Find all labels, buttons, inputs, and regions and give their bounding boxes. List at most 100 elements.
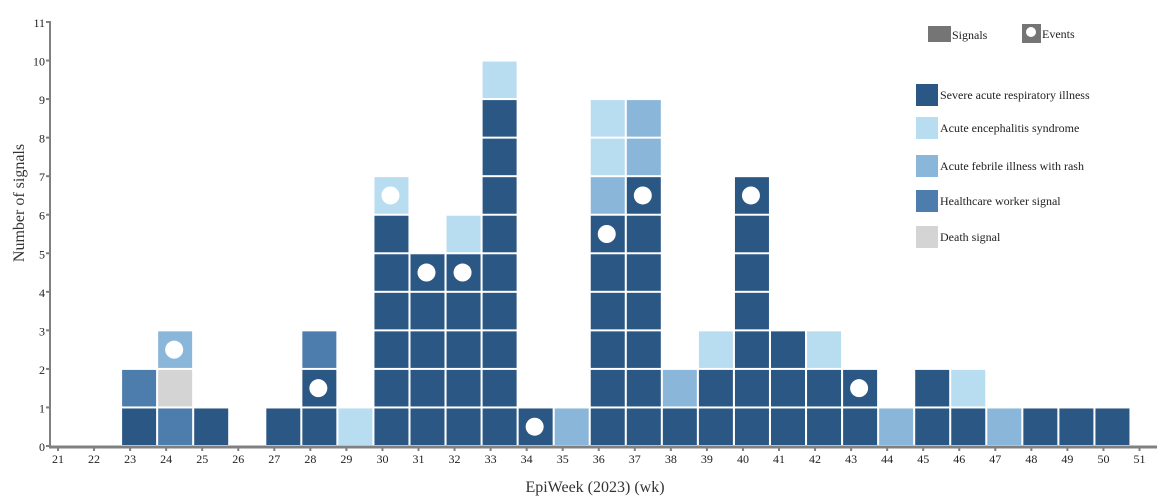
legend-item-events[interactable]: Events — [1022, 24, 1075, 43]
legend-item-hcw[interactable]: Healthcare worker signal — [916, 190, 1061, 212]
bar-segment-sari-wk32[interactable] — [446, 331, 481, 368]
bar-segment-sari-wk42[interactable] — [807, 408, 842, 445]
bar-segment-sari-wk46[interactable] — [951, 408, 986, 445]
bar-segment-sari-wk31[interactable] — [410, 408, 445, 445]
event-marker-wk37[interactable] — [633, 186, 652, 205]
legend-item-afir[interactable]: Acute febrile illness with rash — [916, 155, 1084, 177]
bar-segment-afir-wk44[interactable] — [879, 408, 914, 445]
bar-segment-sari-wk38[interactable] — [662, 408, 697, 445]
bar-segment-sari-wk40[interactable] — [734, 369, 769, 407]
bar-segment-sari-wk40[interactable] — [734, 292, 769, 330]
bar-segment-sari-wk33[interactable] — [482, 254, 517, 291]
event-marker-wk32[interactable] — [453, 263, 472, 282]
bar-segment-hcw-wk24[interactable] — [158, 408, 193, 445]
bar-segment-sari-wk41[interactable] — [771, 331, 805, 368]
bar-segment-hcw-wk23[interactable] — [122, 369, 157, 407]
bar-segment-sari-wk43[interactable] — [843, 408, 878, 445]
bar-segment-sari-wk40[interactable] — [734, 215, 769, 253]
bar-segment-afir-wk47[interactable] — [987, 408, 1022, 445]
bar-segment-aes-wk42[interactable] — [807, 331, 842, 368]
event-marker-wk43[interactable] — [850, 379, 869, 398]
bar-segment-sari-wk33[interactable] — [482, 331, 517, 368]
bar-segment-aes-wk29[interactable] — [338, 408, 373, 445]
bar-segment-afir-wk35[interactable] — [554, 408, 589, 445]
bar-segment-sari-wk40[interactable] — [734, 254, 769, 291]
x-tick-label: 24 — [160, 452, 172, 466]
bar-segment-sari-wk33[interactable] — [482, 369, 517, 407]
bar-segment-hcw-wk28[interactable] — [302, 331, 337, 368]
bar-segment-sari-wk41[interactable] — [771, 408, 805, 445]
bar-segment-sari-wk30[interactable] — [374, 254, 409, 291]
bar-segment-sari-wk30[interactable] — [374, 292, 409, 330]
bar-segment-sari-wk33[interactable] — [482, 215, 517, 253]
bar-segment-sari-wk31[interactable] — [410, 331, 445, 368]
bar-segment-aes-wk36[interactable] — [590, 100, 625, 137]
bar-segment-sari-wk33[interactable] — [482, 100, 517, 137]
bar-segment-sari-wk28[interactable] — [302, 408, 337, 445]
bar-segment-sari-wk31[interactable] — [410, 292, 445, 330]
bar-segment-sari-wk32[interactable] — [446, 408, 481, 445]
legend-item-signals[interactable]: Signals — [928, 26, 988, 42]
bar-segment-sari-wk27[interactable] — [266, 408, 301, 445]
bar-segment-sari-wk30[interactable] — [374, 215, 409, 253]
bar-segment-sari-wk49[interactable] — [1059, 408, 1094, 445]
bar-segment-sari-wk41[interactable] — [771, 369, 805, 407]
bar-segment-aes-wk32[interactable] — [446, 215, 481, 253]
bar-segment-sari-wk30[interactable] — [374, 408, 409, 445]
bar-segment-sari-wk30[interactable] — [374, 331, 409, 368]
bar-segment-sari-wk37[interactable] — [626, 331, 661, 368]
bar-segment-sari-wk33[interactable] — [482, 177, 517, 214]
legend-item-death[interactable]: Death signal — [916, 226, 1001, 248]
bar-segment-sari-wk36[interactable] — [590, 369, 625, 407]
bar-segment-sari-wk45[interactable] — [915, 408, 950, 445]
bar-segment-aes-wk39[interactable] — [698, 331, 733, 368]
bar-segment-sari-wk23[interactable] — [122, 408, 157, 445]
bar-segment-sari-wk39[interactable] — [698, 369, 733, 407]
bar-segment-sari-wk40[interactable] — [734, 331, 769, 368]
bar-segment-sari-wk30[interactable] — [374, 369, 409, 407]
bar-segment-sari-wk45[interactable] — [915, 369, 950, 407]
bar-segment-sari-wk25[interactable] — [194, 408, 229, 445]
event-marker-wk40[interactable] — [741, 186, 760, 205]
bar-segment-sari-wk32[interactable] — [446, 292, 481, 330]
bar-segment-sari-wk36[interactable] — [590, 292, 625, 330]
bar-segment-sari-wk36[interactable] — [590, 331, 625, 368]
event-marker-wk28[interactable] — [309, 379, 328, 398]
event-marker-wk34[interactable] — [525, 417, 544, 436]
bar-segment-aes-wk33[interactable] — [482, 61, 517, 99]
bar-segment-afir-wk36[interactable] — [590, 177, 625, 214]
bar-segment-sari-wk37[interactable] — [626, 292, 661, 330]
bar-segment-sari-wk37[interactable] — [626, 369, 661, 407]
bar-segment-death-wk24[interactable] — [158, 369, 193, 407]
x-tick-label: 42 — [809, 452, 821, 466]
bar-segment-sari-wk50[interactable] — [1095, 408, 1130, 445]
bar-segment-afir-wk37[interactable] — [626, 100, 661, 137]
bar-segment-sari-wk48[interactable] — [1023, 408, 1058, 445]
bar-segment-sari-wk33[interactable] — [482, 408, 517, 445]
legend-item-aes[interactable]: Acute encephalitis syndrome — [916, 117, 1079, 139]
bar-segment-sari-wk32[interactable] — [446, 369, 481, 407]
bar-segment-sari-wk36[interactable] — [590, 254, 625, 291]
legend-item-sari[interactable]: Severe acute respiratory illness — [916, 84, 1090, 106]
bar-segment-sari-wk37[interactable] — [626, 254, 661, 291]
y-tick-label: 1 — [39, 401, 45, 415]
bar-segment-afir-wk37[interactable] — [626, 138, 661, 176]
bar-segment-sari-wk39[interactable] — [698, 408, 733, 445]
y-tick-label: 3 — [39, 324, 45, 338]
bar-segment-sari-wk40[interactable] — [734, 408, 769, 445]
bar-segment-aes-wk36[interactable] — [590, 138, 625, 176]
event-marker-wk36[interactable] — [597, 225, 616, 243]
bar-segment-sari-wk31[interactable] — [410, 369, 445, 407]
bar-segment-sari-wk42[interactable] — [807, 369, 842, 407]
x-tick-label: 35 — [557, 452, 569, 466]
bar-segment-sari-wk33[interactable] — [482, 292, 517, 330]
bar-segment-sari-wk37[interactable] — [626, 215, 661, 253]
bar-segment-afir-wk38[interactable] — [662, 369, 697, 407]
bar-segment-sari-wk33[interactable] — [482, 138, 517, 176]
event-marker-wk31[interactable] — [417, 263, 436, 282]
event-marker-wk24[interactable] — [165, 340, 184, 359]
bar-segment-aes-wk46[interactable] — [951, 369, 986, 407]
event-marker-wk30[interactable] — [381, 186, 400, 205]
bar-segment-sari-wk36[interactable] — [590, 408, 625, 445]
bar-segment-sari-wk37[interactable] — [626, 408, 661, 445]
